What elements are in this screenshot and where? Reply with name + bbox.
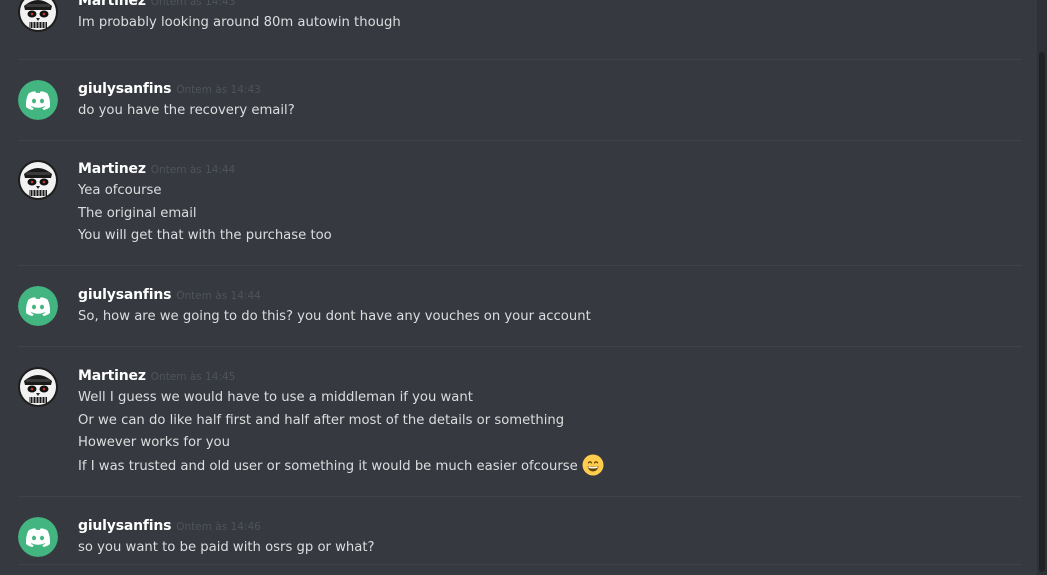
username[interactable]: giulysanfins [78, 81, 171, 97]
message-content: do you have the recovery email? [78, 100, 295, 123]
discord-default-avatar[interactable] [18, 80, 58, 120]
timestamp: Ontem às 14:43 [150, 0, 236, 8]
message-header: giulysanfins Ontem às 14:43 [78, 78, 261, 98]
username[interactable]: Martinez [78, 368, 146, 384]
skull-avatar[interactable] [18, 0, 58, 32]
skull-avatar[interactable] [18, 367, 58, 407]
scrollbar-track[interactable] [1037, 0, 1047, 575]
message-text: If I was trusted and old user or somethi… [78, 459, 578, 475]
message-text: do you have the recovery email? [78, 103, 295, 118]
message-text: The original email [78, 205, 197, 221]
message-content: so you want to be paid with osrs gp or w… [78, 537, 375, 560]
username[interactable]: Martinez [78, 161, 146, 177]
message-content: Well I guess we would have to use a midd… [78, 387, 604, 478]
scrollbar-thumb[interactable] [1039, 52, 1045, 572]
message-text: However works for you [78, 435, 230, 451]
grinning-smile-emoji[interactable] [582, 454, 604, 476]
username[interactable]: giulysanfins [78, 518, 171, 534]
message-header: Martinez Ontem às 14:45 [78, 365, 235, 385]
timestamp: Ontem às 14:44 [150, 164, 236, 176]
message-divider [18, 59, 1022, 60]
message-text-with-emoji: If I was trusted and old user or somethi… [78, 454, 604, 478]
message-text: Yea ofcourse [78, 183, 162, 198]
message-text: So, how are we going to do this? you don… [78, 309, 591, 324]
message-text: Or we can do like half first and half af… [78, 412, 565, 428]
message-header: giulysanfins Ontem às 14:46 [78, 515, 261, 535]
message-divider [18, 496, 1022, 497]
message-header: giulysanfins Ontem às 14:44 [78, 284, 261, 304]
message-text: Im probably looking around 80m autowin t… [78, 15, 401, 30]
message-header: Martinez Ontem às 14:43 [78, 0, 235, 10]
message-content: Im probably looking around 80m autowin t… [78, 12, 401, 35]
timestamp: Ontem às 14:43 [176, 84, 261, 96]
message-content: So, how are we going to do this? you don… [78, 306, 591, 329]
message-divider [18, 564, 1022, 565]
message-divider [18, 140, 1022, 141]
username[interactable]: Martinez [78, 0, 146, 9]
message-divider [18, 265, 1022, 266]
message-text: You will get that with the purchase too [78, 228, 332, 244]
message-text: Well I guess we would have to use a midd… [78, 390, 473, 405]
discord-default-avatar[interactable] [18, 286, 58, 326]
message-header: Martinez Ontem às 14:44 [78, 158, 235, 178]
message-divider [18, 346, 1022, 347]
username[interactable]: giulysanfins [78, 287, 171, 303]
timestamp: Ontem às 14:45 [150, 371, 236, 383]
message-content: Yea ofcourse The original email You will… [78, 180, 332, 248]
message-text: so you want to be paid with osrs gp or w… [78, 540, 375, 555]
discord-default-avatar[interactable] [18, 517, 58, 557]
skull-avatar[interactable] [18, 160, 58, 200]
timestamp: Ontem às 14:44 [176, 290, 261, 302]
chat-messages: Martinez Ontem às 14:43 Im probably looki… [0, 0, 1036, 575]
timestamp: Ontem às 14:46 [176, 521, 261, 533]
